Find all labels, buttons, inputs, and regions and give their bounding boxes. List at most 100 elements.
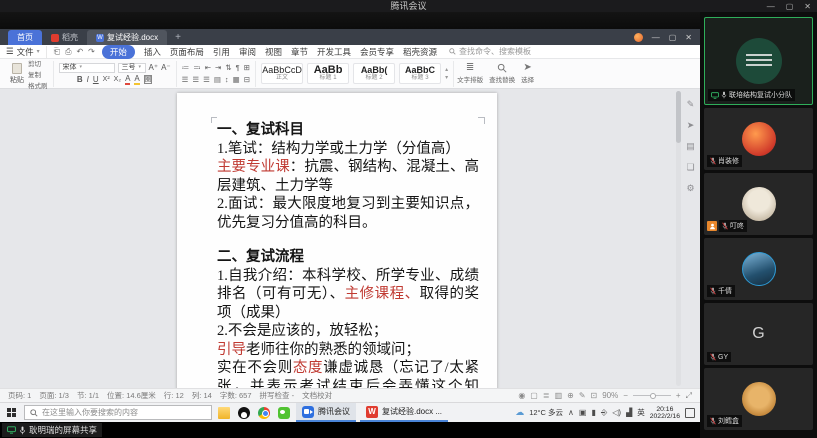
wps-docer-tab[interactable]: 稻壳 (42, 30, 87, 45)
file-explorer-button[interactable] (216, 403, 232, 422)
outline-panel-icon[interactable]: ▤ (686, 141, 695, 152)
wps-document-tab[interactable]: W 复试经验.docx (87, 30, 167, 45)
tab-insert[interactable]: 插入 (144, 46, 161, 58)
participant-tile-6[interactable]: 刘鳕盒 (704, 368, 813, 430)
line-spacing-icon[interactable]: ↕ (225, 75, 229, 84)
print-icon[interactable]: ⎙ (65, 47, 71, 57)
find-replace-button[interactable]: 查找替换 (486, 63, 518, 84)
paste-button[interactable]: 粘贴 (10, 63, 24, 85)
proofread-button[interactable]: 文档校对 (302, 390, 332, 401)
settings-gear-icon[interactable]: ⚙ (686, 183, 694, 194)
align-right-icon[interactable]: ☰ (203, 75, 210, 84)
undo-icon[interactable]: ↶ (76, 47, 83, 57)
zoom-out-button[interactable]: − (623, 391, 628, 400)
wps-new-tab-button[interactable]: + (167, 32, 189, 45)
edit-pen-icon[interactable]: ✎ (687, 99, 695, 110)
text-layout-button[interactable]: ≣ 文字排版 (454, 63, 486, 84)
input-method-indicator[interactable]: 英 (637, 407, 645, 418)
show-marks-icon[interactable]: ¶ (236, 63, 240, 72)
print-layout-icon[interactable]: ▢ (530, 391, 538, 400)
tab-dev-tools[interactable]: 开发工具 (317, 46, 351, 58)
participant-tile-3[interactable]: 叮咚 (704, 173, 813, 235)
security-shield-icon[interactable]: ▣ (579, 408, 587, 417)
eye-protection-icon[interactable]: ◉ (518, 391, 525, 400)
outline-view-icon[interactable]: ≣ (543, 391, 550, 400)
weather-icon[interactable]: ☁ (515, 407, 524, 418)
spell-check-button[interactable]: 拼写检查 - (260, 390, 295, 401)
taskbar-search-input[interactable]: 在这里输入你要搜索的内容 (24, 405, 212, 420)
copy-button[interactable]: 复制 (28, 69, 48, 79)
participant-tile-1[interactable]: 联培结构复试小分队 (704, 17, 813, 105)
close-button[interactable]: ✕ (804, 2, 811, 11)
enclose-char-button[interactable]: 圈 (144, 75, 153, 84)
weather-text[interactable]: 12°C 多云 (529, 407, 563, 418)
format-painter-button[interactable]: 格式刷 (28, 80, 48, 90)
sort-icon[interactable]: ⇅ (225, 63, 231, 72)
zoom-slider-knob[interactable] (650, 393, 656, 399)
tab-start[interactable]: 开始 (102, 45, 135, 59)
wps-minimize-button[interactable]: — (652, 33, 660, 42)
save-icon[interactable]: ⎗ (54, 47, 60, 57)
style-heading1[interactable]: AaBb 标题 1 (307, 63, 349, 84)
borders-icon[interactable]: ⊞ (244, 63, 250, 72)
select-button[interactable]: ➤ 选择 (518, 63, 537, 84)
usb-icon[interactable]: ⎆ (601, 408, 607, 418)
align-left-icon[interactable]: ☰ (182, 75, 189, 84)
tab-member[interactable]: 会员专享 (360, 46, 394, 58)
tab-review[interactable]: 审阅 (239, 46, 256, 58)
file-menu[interactable]: ☰ 文件 ▾ (6, 46, 47, 58)
styles-up-icon[interactable]: ▴ (445, 66, 448, 73)
notification-center-icon[interactable] (685, 408, 695, 418)
tab-page-layout[interactable]: 页面布局 (170, 46, 204, 58)
justify-icon[interactable]: ▤ (214, 75, 221, 84)
chrome-button[interactable] (256, 403, 272, 422)
font-name-select[interactable]: 宋体▾ (59, 63, 115, 73)
bold-button[interactable]: B (77, 75, 83, 84)
tab-docer-resources[interactable]: 稻壳资源 (403, 46, 437, 58)
participant-tile-4[interactable]: 千倩 (704, 238, 813, 300)
table-icon[interactable]: ⊟ (244, 75, 250, 84)
document-canvas[interactable]: 一、复试科目 1.笔试：结构力学或土力学（分值高） 主要专业课：抗震、钢结构、混… (0, 89, 700, 388)
bullet-list-icon[interactable]: ≔ (182, 63, 190, 72)
maximize-button[interactable]: ▢ (786, 2, 794, 11)
zoom-level[interactable]: 90% (602, 391, 618, 400)
font-size-select[interactable]: 三号▾ (118, 63, 146, 73)
decrease-font-icon[interactable]: A⁻ (161, 63, 171, 73)
taskbar-clock[interactable]: 20:16 2022/2/16 (650, 406, 680, 420)
globe-view-icon[interactable]: ⊕ (567, 391, 574, 400)
wps-user-avatar[interactable] (634, 33, 643, 42)
qq-button[interactable] (236, 403, 252, 422)
minimize-button[interactable]: — (767, 2, 775, 11)
vertical-scrollbar[interactable] (676, 91, 681, 386)
ink-pen-icon[interactable]: ✎ (579, 391, 586, 400)
command-search[interactable]: 查找命令、搜索模板 (449, 46, 531, 57)
redo-icon[interactable]: ↷ (88, 47, 95, 57)
highlight-color-button[interactable]: A (134, 75, 139, 85)
tray-expand-icon[interactable]: ∧ (568, 408, 574, 417)
subscript-button[interactable]: X₂ (114, 76, 121, 83)
network-icon[interactable]: ▟ (626, 408, 632, 417)
wps-home-tab[interactable]: 首页 (8, 30, 42, 45)
fit-page-icon[interactable]: ⊡ (591, 391, 598, 400)
styles-down-icon[interactable]: ▾ (445, 74, 448, 81)
style-heading2[interactable]: AaBb( 标题 2 (353, 63, 395, 84)
shading-icon[interactable]: ▦ (233, 75, 240, 84)
wechat-button[interactable] (276, 403, 292, 422)
wps-maximize-button[interactable]: ▢ (669, 33, 677, 42)
web-layout-icon[interactable]: ▥ (555, 391, 563, 400)
participant-tile-2[interactable]: 肖装修 (704, 108, 813, 170)
zoom-slider[interactable] (633, 395, 671, 396)
increase-font-icon[interactable]: A⁺ (149, 63, 159, 73)
numbered-list-icon[interactable]: ≕ (193, 63, 201, 72)
decrease-indent-icon[interactable]: ⇤ (205, 63, 211, 72)
taskbar-wps-window[interactable]: W 复试经验.docx ... (360, 403, 448, 422)
style-heading3[interactable]: AaBbC 标题 3 (399, 63, 441, 84)
selection-tool-icon[interactable]: ➤ (687, 120, 695, 131)
wps-close-button[interactable]: ✕ (685, 33, 692, 42)
underline-button[interactable]: U (93, 75, 99, 84)
fullscreen-icon[interactable]: ⤢ (686, 391, 692, 401)
phone-link-icon[interactable]: ▮ (591, 408, 595, 417)
participant-tile-5[interactable]: G GY (704, 303, 813, 365)
tab-section[interactable]: 章节 (291, 46, 308, 58)
comment-panel-icon[interactable]: ❏ (686, 162, 694, 173)
